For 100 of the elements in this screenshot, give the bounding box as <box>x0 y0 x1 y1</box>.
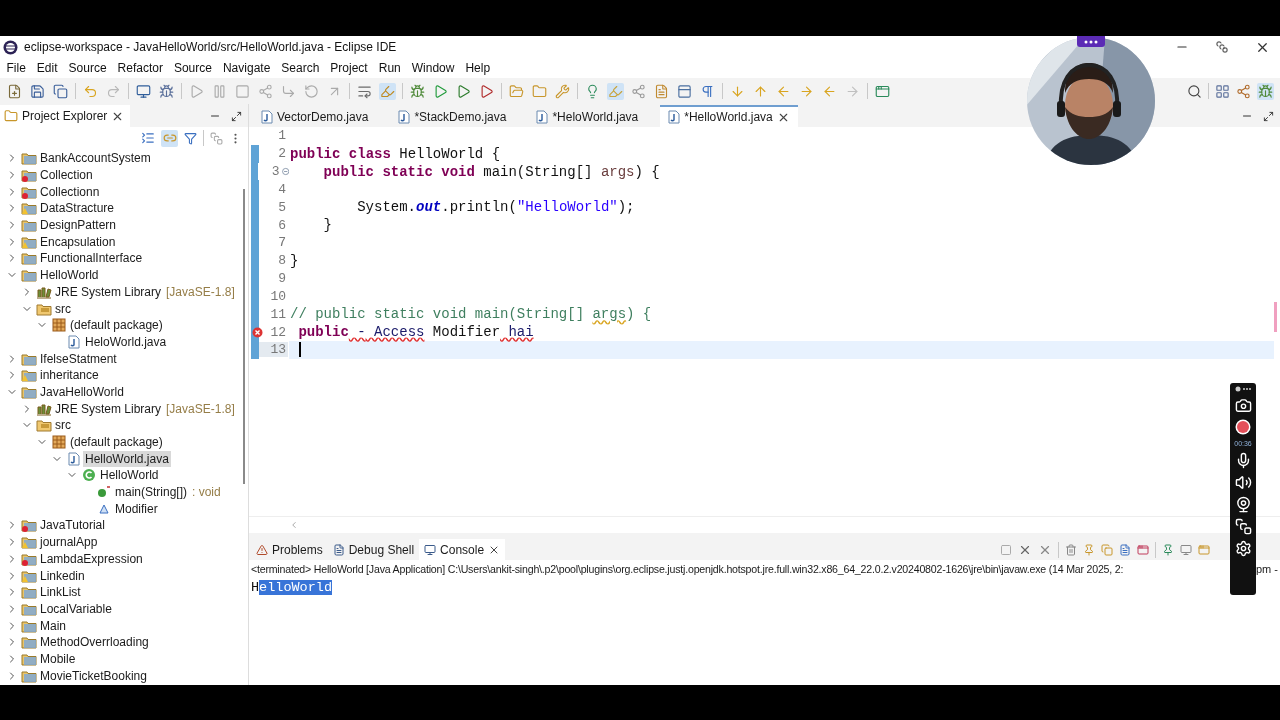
tree-item[interactable]: JavaTutorial <box>38 517 107 534</box>
highlight-icon[interactable] <box>608 83 623 99</box>
menu-item[interactable]: Search <box>275 61 325 75</box>
tree-item[interactable]: JRE System Library <box>53 400 164 417</box>
tools-icon[interactable] <box>555 83 570 99</box>
tree-item[interactable]: HelloWorld <box>38 267 101 284</box>
pin-icon[interactable] <box>1083 543 1095 556</box>
terminate-icon[interactable] <box>235 83 250 99</box>
copy-icon[interactable] <box>1101 543 1113 556</box>
collapse-all-icon[interactable] <box>141 131 155 145</box>
tree-item[interactable]: Collectionn <box>38 183 102 200</box>
tree-item[interactable]: (default package) <box>68 317 165 334</box>
menu-item[interactable]: Edit <box>31 61 64 75</box>
open-folder-icon[interactable] <box>532 83 547 99</box>
tree-item[interactable]: FunctionalInterface <box>38 250 145 267</box>
tree-item[interactable]: Collection <box>38 167 95 184</box>
tree-item[interactable]: MethodOverrloading <box>38 634 151 651</box>
tree-item[interactable]: JavaHelloWorld <box>38 383 126 400</box>
menu-item[interactable]: Source <box>63 61 113 75</box>
tree-item[interactable]: LambdaExpression <box>38 550 145 567</box>
fold-icon[interactable] <box>281 167 289 177</box>
tree-item[interactable]: HelloWorld <box>98 467 161 484</box>
pilcrow-icon[interactable] <box>700 83 715 99</box>
debug-perspective-icon[interactable] <box>1258 83 1273 99</box>
java-file-icon <box>261 110 273 124</box>
run-icon[interactable] <box>433 83 448 99</box>
resume-icon[interactable] <box>189 83 204 99</box>
tree-item[interactable]: Linkedin <box>38 567 87 584</box>
menu-item[interactable]: Project <box>324 61 374 75</box>
camera-menu-bar[interactable] <box>1077 36 1105 47</box>
menu-item[interactable]: Run <box>373 61 407 75</box>
redo-icon[interactable] <box>106 83 121 99</box>
lightbulb-icon[interactable] <box>585 83 600 99</box>
tree-item[interactable]: HelloWorld.java <box>83 450 171 467</box>
tree-item[interactable]: LinkList <box>38 584 83 601</box>
window-icon[interactable] <box>1234 518 1252 535</box>
save-icon[interactable] <box>30 83 45 99</box>
maximize-icon[interactable] <box>1263 110 1274 122</box>
more-icon[interactable] <box>1084 39 1098 44</box>
panel-tab[interactable]: Console <box>419 539 506 560</box>
project-icon <box>21 518 37 533</box>
debug-icon[interactable] <box>410 83 425 99</box>
mark-occurrences-icon[interactable] <box>380 83 395 99</box>
record-icon[interactable] <box>1235 419 1251 435</box>
menu-item[interactable]: Help <box>459 61 496 75</box>
more-icon[interactable] <box>1234 386 1252 392</box>
tree-item[interactable]: BankAccountSystem <box>38 150 153 167</box>
menu-item[interactable]: File <box>1 61 32 75</box>
menu-item[interactable]: Navigate <box>217 61 276 75</box>
tree-item[interactable]: DesignPattern <box>38 217 119 234</box>
restore-icon[interactable] <box>1216 41 1228 53</box>
new-file-icon[interactable] <box>7 83 22 99</box>
tree-item[interactable]: journalApp <box>38 534 100 551</box>
terminate-icon[interactable] <box>1000 543 1012 556</box>
panel-tab[interactable]: Problems <box>251 539 328 560</box>
suspend-icon[interactable] <box>212 83 227 99</box>
editor-tab[interactable]: *StackDemo.java <box>390 105 515 127</box>
tree-item[interactable]: JRE System Library <box>53 283 164 300</box>
tree-item[interactable]: LocalVariable <box>38 600 114 617</box>
tree-item[interactable]: Encapsulation <box>38 233 118 250</box>
line-number: 4 <box>277 181 287 197</box>
tree-item[interactable]: HeloWorld.java <box>83 333 169 350</box>
undo-icon[interactable] <box>83 83 98 99</box>
package-icon <box>52 318 66 333</box>
menu-item[interactable]: Source <box>168 61 218 75</box>
panel-tab[interactable]: Debug Shell <box>327 539 420 560</box>
search-icon[interactable] <box>1187 83 1202 99</box>
tree-item[interactable]: MovieTicketBooking <box>38 667 149 684</box>
camera-icon[interactable] <box>1234 397 1252 414</box>
tree-item[interactable]: Mobile <box>38 650 78 667</box>
clear-console-icon[interactable] <box>1065 543 1077 556</box>
tree-item[interactable]: (default package) <box>68 434 165 451</box>
new-window-icon[interactable] <box>875 83 890 99</box>
window-title: eclipse-workspace - JavaHelloWorld/src/HelloWorld.java - Eclipse IDE <box>24 40 397 54</box>
filter-icon[interactable] <box>184 131 197 145</box>
tree-item[interactable]: DataStracture <box>38 200 117 217</box>
editor-tab[interactable]: *HeloWorld.java <box>528 105 647 127</box>
tree-item[interactable]: main(String[]) <box>113 484 190 501</box>
link-editor-icon[interactable] <box>162 131 177 145</box>
tree-item[interactable]: src <box>53 300 73 317</box>
view-tab[interactable]: Project Explorer <box>0 105 131 127</box>
open-perspective-icon[interactable] <box>1215 83 1230 99</box>
menu-item[interactable]: Window <box>406 61 460 75</box>
settings-icon[interactable] <box>1234 540 1252 557</box>
editor-tab[interactable]: *HelloWorld.java <box>660 105 798 127</box>
tree-item[interactable]: Modifier <box>113 500 160 517</box>
scrollbar-thumb[interactable] <box>243 189 245 484</box>
tree-item[interactable]: src <box>53 417 73 434</box>
tree-item[interactable]: inheritance <box>38 367 101 384</box>
tree-item[interactable]: Main <box>38 617 68 634</box>
maximize-icon[interactable] <box>231 110 242 122</box>
scroll-left-icon[interactable] <box>289 520 299 530</box>
share-icon[interactable] <box>631 83 646 99</box>
speaker-icon[interactable] <box>1234 474 1252 491</box>
webcam-icon[interactable] <box>1234 496 1252 513</box>
terminal-icon[interactable] <box>136 83 151 99</box>
editor-tab[interactable]: VectorDemo.java <box>253 105 377 127</box>
menu-item[interactable]: Refactor <box>112 61 169 75</box>
tree-item[interactable]: IfelseStatment <box>38 350 119 367</box>
line-number: 9 <box>277 271 287 287</box>
